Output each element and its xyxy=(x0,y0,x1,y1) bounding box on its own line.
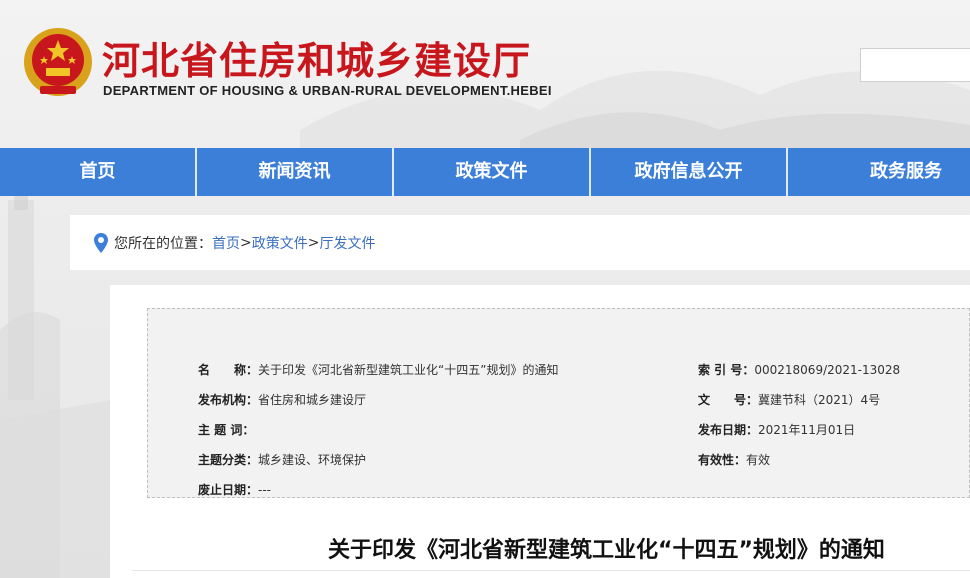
title-divider xyxy=(132,570,970,571)
national-emblem-icon xyxy=(24,28,92,96)
nav-item-policy[interactable]: 政策文件 xyxy=(394,148,591,196)
nav-item-services[interactable]: 政务服务 xyxy=(788,148,970,196)
meta-index: 索 引 号：000218069/2021-13028 xyxy=(698,363,901,377)
location-pin-icon xyxy=(94,232,108,253)
document-metadata: 名 称：关于印发《河北省新型建筑工业化“十四五”规划》的通知 索 引 号：000… xyxy=(147,308,970,498)
breadcrumb-separator: > xyxy=(240,234,252,251)
nav-item-home[interactable]: 首页 xyxy=(0,148,197,196)
breadcrumb-home[interactable]: 首页 xyxy=(212,233,240,253)
meta-validity: 有效性：有效 xyxy=(698,453,771,467)
meta-category: 主题分类：城乡建设、环境保护 xyxy=(198,453,367,467)
main-nav: 首页 新闻资讯 政策文件 政府信息公开 政务服务 xyxy=(0,148,970,196)
nav-item-news[interactable]: 新闻资讯 xyxy=(197,148,394,196)
meta-date: 发布日期：2021年11月01日 xyxy=(698,423,856,437)
breadcrumb-label: 您所在的位置： xyxy=(114,235,212,252)
meta-expiry: 废止日期：--- xyxy=(198,483,272,497)
breadcrumb: 您所在的位置： 首页 > 政策文件 > 厅发文件 xyxy=(70,215,970,270)
breadcrumb-policy[interactable]: 政策文件 xyxy=(252,233,308,253)
site-header: 河北省住房和城乡建设厅 DEPARTMENT OF HOUSING & URBA… xyxy=(0,0,970,148)
site-title: 河北省住房和城乡建设厅 xyxy=(102,39,532,83)
breadcrumb-separator: > xyxy=(307,234,320,251)
site-subtitle: DEPARTMENT OF HOUSING & URBAN-RURAL DEVE… xyxy=(103,83,552,98)
meta-docno: 文 号：冀建节科（2021）4号 xyxy=(698,393,881,407)
breadcrumb-dept-docs[interactable]: 厅发文件 xyxy=(319,233,375,253)
content-panel: 名 称：关于印发《河北省新型建筑工业化“十四五”规划》的通知 索 引 号：000… xyxy=(110,285,970,578)
meta-name: 名 称：关于印发《河北省新型建筑工业化“十四五”规划》的通知 xyxy=(198,363,559,377)
search-input[interactable] xyxy=(860,48,970,82)
meta-subject-words: 主 题 词： xyxy=(198,423,255,437)
nav-item-gov-info[interactable]: 政府信息公开 xyxy=(591,148,788,196)
document-title: 关于印发《河北省新型建筑工业化“十四五”规划》的通知 xyxy=(328,538,885,563)
meta-publisher: 发布机构：省住房和城乡建设厅 xyxy=(198,393,367,407)
